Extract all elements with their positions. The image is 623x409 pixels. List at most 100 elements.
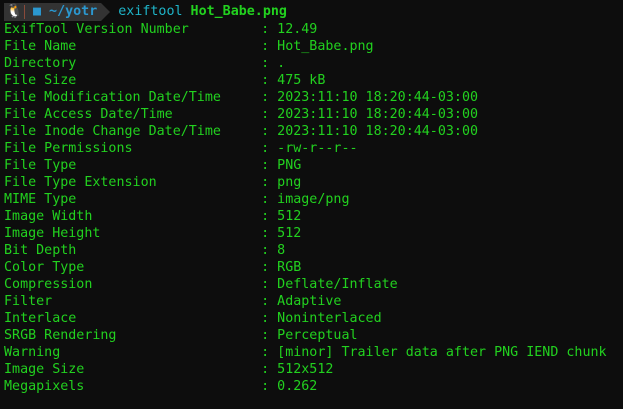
output-line: Interlace : Noninterlaced xyxy=(4,310,623,327)
field-name: Warning xyxy=(4,345,61,360)
output-line: Image Width : 512 xyxy=(4,208,623,225)
field-name: Image Height xyxy=(4,226,101,241)
field-name: MIME Type xyxy=(4,192,77,207)
output-line: Megapixels : 0.262 xyxy=(4,378,623,395)
padding xyxy=(100,226,261,241)
output-line: Directory : . xyxy=(4,55,623,72)
field-value: RGB xyxy=(277,260,302,275)
padding xyxy=(189,22,261,37)
padding xyxy=(157,175,261,190)
output-line: Filter : Adaptive xyxy=(4,293,623,310)
field-value: -rw-r--r-- xyxy=(277,141,358,156)
separator: : xyxy=(261,73,278,88)
field-value: 2023:11:10 18:20:44-03:00 xyxy=(277,124,479,139)
separator: : xyxy=(261,294,278,309)
field-name: File Name xyxy=(4,39,77,54)
field-name: File Access Date/Time xyxy=(4,107,173,122)
field-name: Image Size xyxy=(4,362,85,377)
field-name: Bit Depth xyxy=(4,243,77,258)
output-line: File Inode Change Date/Time : 2023:11:10… xyxy=(4,123,623,140)
field-value: Hot_Babe.png xyxy=(277,39,374,54)
output-line: File Modification Date/Time : 2023:11:10… xyxy=(4,89,623,106)
separator: : xyxy=(261,379,278,394)
linux-tux-icon: 🐧 xyxy=(6,4,23,19)
field-value: 12.49 xyxy=(277,22,318,37)
separator: : xyxy=(261,243,278,258)
separator: : xyxy=(261,345,278,360)
separator: : xyxy=(261,124,278,139)
output-line: File Permissions : -rw-r--r-- xyxy=(4,140,623,157)
padding xyxy=(221,124,261,139)
field-value: 8 xyxy=(277,243,286,258)
field-value: PNG xyxy=(277,158,302,173)
command: exiftool xyxy=(118,4,183,19)
command-output: ExifTool Version Number : 12.49 File Name… xyxy=(4,21,623,395)
prompt-arrow xyxy=(101,3,111,21)
field-name: Filter xyxy=(4,294,53,309)
separator: : xyxy=(261,277,278,292)
field-name: Interlace xyxy=(4,311,77,326)
field-value: . xyxy=(277,56,286,71)
padding xyxy=(221,90,261,105)
padding xyxy=(60,345,261,360)
padding xyxy=(133,141,262,156)
padding xyxy=(92,277,261,292)
output-line: Compression : Deflate/Inflate xyxy=(4,276,623,293)
padding xyxy=(84,379,261,394)
field-value: image/png xyxy=(277,192,350,207)
field-name: Image Width xyxy=(4,209,93,224)
separator: : xyxy=(261,22,278,37)
folder-icon: ■ xyxy=(33,4,42,19)
field-value: Noninterlaced xyxy=(277,311,382,326)
separator: : xyxy=(261,311,278,326)
field-name: File Inode Change Date/Time xyxy=(4,124,221,139)
field-name: File Type xyxy=(4,158,77,173)
field-name: ExifTool Version Number xyxy=(4,22,189,37)
separator: : xyxy=(261,209,278,224)
output-line: SRGB Rendering : Perceptual xyxy=(4,327,623,344)
output-line: Color Type : RGB xyxy=(4,259,623,276)
field-name: Color Type xyxy=(4,260,85,275)
prompt-segment: 🐧 ■ ~/yotr xyxy=(4,3,102,21)
field-value: 2023:11:10 18:20:44-03:00 xyxy=(277,107,479,122)
output-line: File Type Extension : png xyxy=(4,174,623,191)
padding xyxy=(116,328,261,343)
prompt-divider xyxy=(24,5,25,19)
field-value: 512 xyxy=(277,226,302,241)
separator: : xyxy=(261,158,278,173)
output-line: File Size : 475 kB xyxy=(4,72,623,89)
field-name: File Size xyxy=(4,73,77,88)
separator: : xyxy=(261,226,278,241)
field-value: 2023:11:10 18:20:44-03:00 xyxy=(277,90,479,105)
shell-prompt: 🐧 ■ ~/yotr exiftool Hot_Babe.png xyxy=(4,3,623,21)
field-value: 512x512 xyxy=(277,362,334,377)
output-line: File Name : Hot_Babe.png xyxy=(4,38,623,55)
padding xyxy=(76,158,261,173)
field-name: File Type Extension xyxy=(4,175,157,190)
field-value: Adaptive xyxy=(277,294,342,309)
separator: : xyxy=(261,328,278,343)
separator: : xyxy=(261,90,278,105)
field-name: SRGB Rendering xyxy=(4,328,117,343)
padding xyxy=(76,192,261,207)
output-line: Warning : [minor] Trailer data after PNG… xyxy=(4,344,623,361)
separator: : xyxy=(261,192,278,207)
separator: : xyxy=(261,39,278,54)
field-name: Megapixels xyxy=(4,379,85,394)
terminal[interactable]: 🐧 ■ ~/yotr exiftool Hot_Babe.png ExifToo… xyxy=(0,0,623,395)
separator: : xyxy=(261,141,278,156)
current-directory: ~/yotr xyxy=(49,4,98,19)
padding xyxy=(76,243,261,258)
padding xyxy=(76,73,261,88)
field-name: File Modification Date/Time xyxy=(4,90,221,105)
padding xyxy=(84,362,261,377)
separator: : xyxy=(261,175,278,190)
field-name: Compression xyxy=(4,277,93,292)
output-line: File Access Date/Time : 2023:11:10 18:20… xyxy=(4,106,623,123)
field-value: 0.262 xyxy=(277,379,318,394)
field-value: [minor] Trailer data after PNG IEND chun… xyxy=(277,345,607,360)
output-line: File Type : PNG xyxy=(4,157,623,174)
padding xyxy=(76,56,261,71)
output-line: Image Height : 512 xyxy=(4,225,623,242)
separator: : xyxy=(261,56,278,71)
